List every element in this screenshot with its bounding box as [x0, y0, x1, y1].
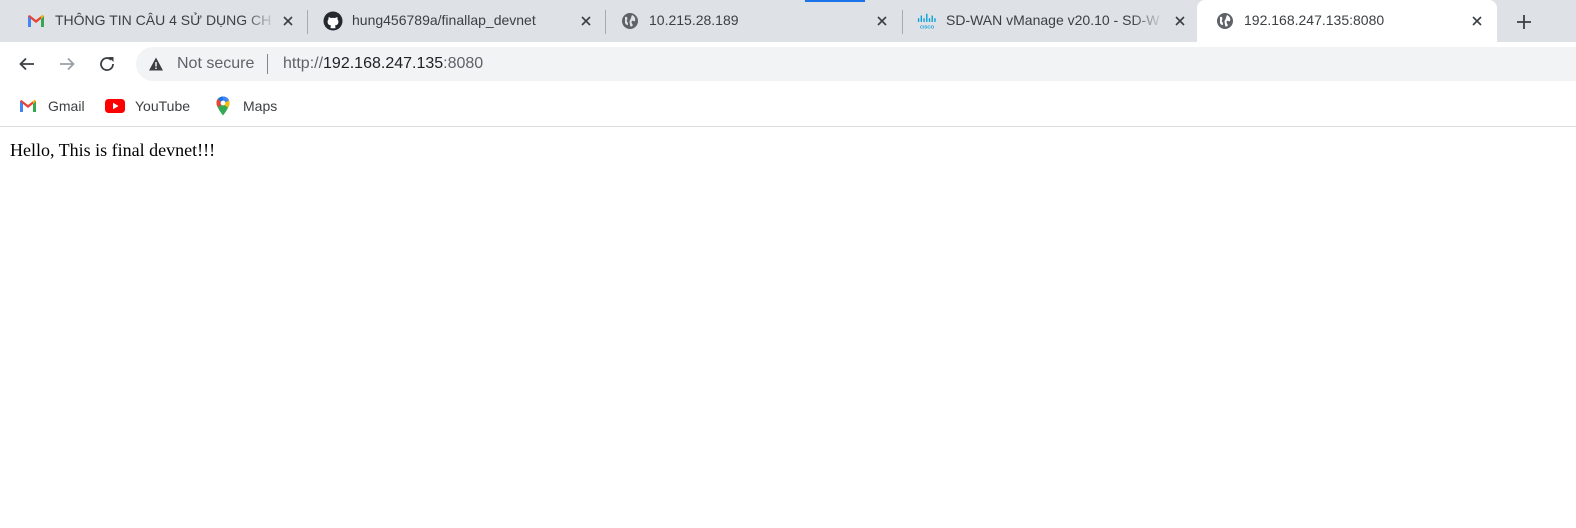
bookmark-youtube[interactable]: YouTube: [105, 94, 190, 118]
close-tab-icon[interactable]: [1170, 11, 1190, 31]
tab-title: 10.215.28.189: [649, 12, 739, 28]
close-tab-icon[interactable]: [576, 11, 596, 31]
reload-button[interactable]: [93, 50, 121, 78]
maps-icon: [213, 96, 233, 116]
url-scheme: http://: [283, 55, 324, 72]
address-bar[interactable]: Not secure http://192.168.247.135:8080: [136, 47, 1576, 81]
svg-text:CISCO: CISCO: [920, 24, 935, 29]
browser-toolbar: Not secure http://192.168.247.135:8080: [0, 42, 1576, 86]
cisco-icon: CISCO: [917, 11, 937, 31]
page-message: Hello, This is final devnet!!!: [10, 140, 216, 160]
security-status-label[interactable]: Not secure: [177, 55, 254, 73]
tab-gmail[interactable]: THÔNG TIN CÂU 4 SỬ DỤNG CH: [8, 0, 304, 42]
youtube-icon: [105, 97, 125, 115]
tab-sd-wan-vmanage[interactable]: CISCO SD-WAN vManage v20.10 - SD-W: [899, 0, 1197, 42]
tab-title: 192.168.247.135:8080: [1244, 12, 1385, 28]
divider: [267, 54, 268, 74]
close-tab-icon[interactable]: [872, 11, 892, 31]
bookmark-label: Gmail: [48, 98, 85, 114]
globe-icon: [1215, 11, 1235, 31]
tab-10-215-28-189[interactable]: 10.215.28.189: [602, 0, 900, 42]
warning-icon[interactable]: [148, 56, 164, 72]
close-tab-icon[interactable]: [1467, 11, 1487, 31]
gmail-icon: [26, 11, 46, 31]
back-button[interactable]: [13, 50, 41, 78]
tab-title: SD-WAN vManage v20.10 - SD-W: [946, 12, 1160, 28]
url-port: :8080: [443, 55, 484, 72]
bookmarks-bar: Gmail YouTube Maps: [0, 86, 1576, 127]
reload-icon: [100, 57, 114, 71]
arrow-right-icon: [60, 57, 75, 71]
close-tab-icon[interactable]: [278, 11, 298, 31]
tab-strip: THÔNG TIN CÂU 4 SỬ DỤNG CH hung456789a/f…: [0, 0, 1576, 42]
bookmark-label: YouTube: [135, 98, 191, 114]
url-text[interactable]: http://192.168.247.135:8080: [283, 55, 483, 73]
url-host: 192.168.247.135: [323, 55, 444, 72]
tab-title: THÔNG TIN CÂU 4 SỬ DỤNG CH: [55, 12, 272, 28]
globe-icon: [620, 11, 640, 31]
bookmark-label: Maps: [243, 98, 278, 114]
tab-title: hung456789a/finallap_devnet: [352, 12, 536, 28]
tab-192-168-247-135[interactable]: 192.168.247.135:8080: [1197, 0, 1497, 42]
github-icon: [323, 11, 343, 31]
new-tab-button[interactable]: [1510, 9, 1538, 35]
gmail-icon: [18, 97, 38, 115]
forward-button[interactable]: [53, 50, 81, 78]
bookmark-maps[interactable]: Maps: [213, 94, 277, 118]
plus-icon: [1517, 15, 1531, 29]
page-content: Hello, This is final devnet!!!: [0, 128, 1576, 528]
tab-github[interactable]: hung456789a/finallap_devnet: [305, 0, 603, 42]
arrow-left-icon: [19, 57, 34, 71]
bookmark-gmail[interactable]: Gmail: [18, 94, 85, 118]
